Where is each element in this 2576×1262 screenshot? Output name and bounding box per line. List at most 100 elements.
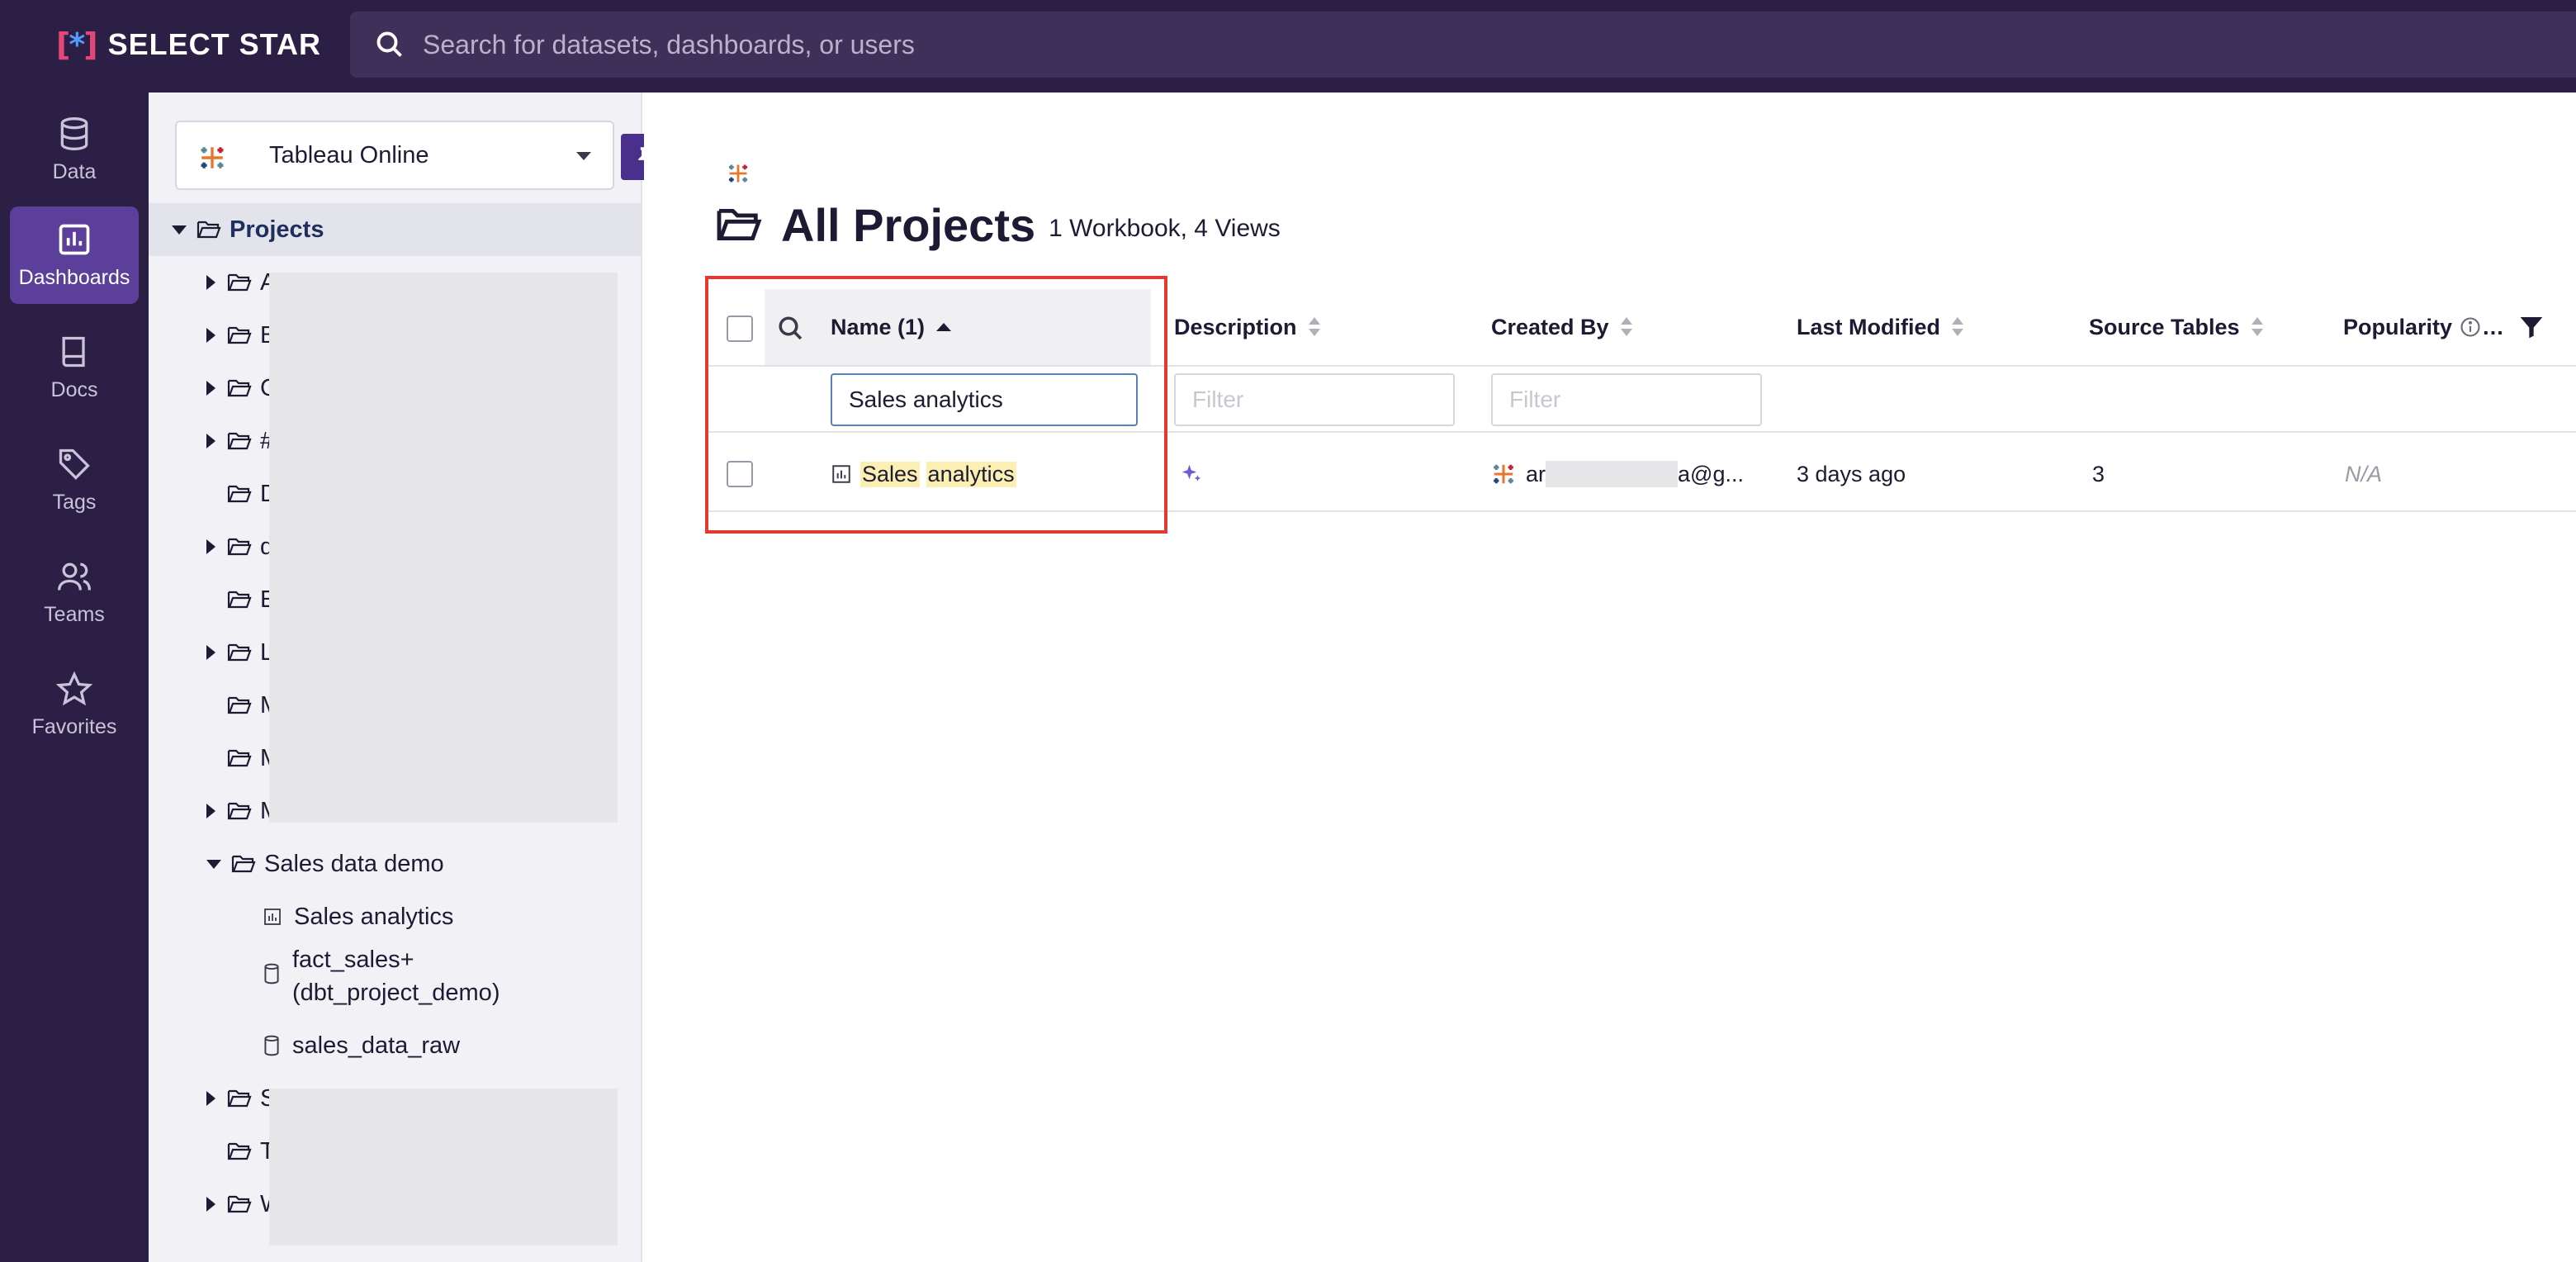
brand-name: SELECT STAR <box>107 27 321 61</box>
tree-folder[interactable]: B <box>206 312 276 358</box>
column-label: Description <box>1174 314 1297 339</box>
folder-icon <box>227 1195 252 1213</box>
page-title: All Projects <box>781 198 1036 251</box>
column-header-created-by[interactable]: Created By <box>1491 289 1632 365</box>
caret-right-icon <box>206 804 215 818</box>
nav-item-docs[interactable]: Docs <box>10 319 139 416</box>
global-search[interactable] <box>350 12 2576 78</box>
tableau-logo-icon <box>728 164 748 183</box>
nav-label: Docs <box>50 377 98 401</box>
caret-right-icon <box>206 1197 215 1212</box>
caret-right-icon <box>206 328 215 343</box>
column-label: Created By <box>1491 314 1609 339</box>
tree-label: Projects <box>230 216 324 243</box>
tree-item-fact-sales[interactable]: fact_sales+ (dbt_project_demo) <box>263 943 500 1013</box>
folder-icon <box>227 802 252 820</box>
sort-icon <box>1308 317 1320 337</box>
nav-label: Tags <box>52 490 97 514</box>
tree-label: fact_sales+ (dbt_project_demo) <box>292 947 500 1006</box>
tree-folder[interactable]: S <box>206 1075 276 1122</box>
left-nav: Data Dashboards Docs Tags Teams Favorite… <box>0 93 149 1262</box>
created-by-prefix: ar <box>1526 461 1546 486</box>
star-icon <box>56 671 92 705</box>
tree-item-projects[interactable]: Projects <box>172 206 324 253</box>
column-label: Last Modified <box>1797 314 1940 339</box>
ai-description-button[interactable] <box>1179 449 1204 499</box>
nav-item-tags[interactable]: Tags <box>10 431 139 529</box>
source-tables-cell: 3 <box>2092 461 2105 486</box>
nav-item-data[interactable]: Data <box>10 101 139 198</box>
column-header-source-tables[interactable]: Source Tables <box>2089 289 2263 365</box>
folder-icon <box>227 749 252 767</box>
folder-open-icon <box>231 855 256 873</box>
tree-folder[interactable]: A <box>206 259 276 306</box>
popularity-cell: N/A <box>2345 461 2383 486</box>
team-icon <box>58 562 91 591</box>
column-label: Source Tables <box>2089 314 2240 339</box>
tag-icon <box>59 448 90 480</box>
folder-icon <box>227 538 252 556</box>
folder-icon <box>227 1089 252 1108</box>
nav-label: Dashboards <box>18 265 130 289</box>
folder-icon <box>227 591 252 609</box>
tree-folder[interactable]: L <box>206 629 273 676</box>
sparkle-icon <box>1181 464 1201 482</box>
nav-item-dashboards[interactable]: Dashboards <box>10 206 139 304</box>
column-header-popularity[interactable]: Popularity … <box>2343 289 2504 365</box>
tree-folder[interactable]: C <box>206 365 277 411</box>
table-icon <box>264 963 279 984</box>
filter-icon[interactable] <box>2518 314 2545 340</box>
created-by-cell[interactable]: ar a@g... <box>1491 449 1744 499</box>
tableau-logo-icon <box>1494 464 1513 484</box>
tree-label: Sales analytics <box>294 903 454 930</box>
redacted-area <box>269 1089 618 1245</box>
folder-icon <box>227 326 252 344</box>
caret-right-icon <box>206 1091 215 1106</box>
logo-mark: [*] <box>56 26 98 63</box>
sidebar: Tableau Online Projects A B C # D d E L … <box>149 93 669 1262</box>
description-filter-input[interactable] <box>1174 373 1455 426</box>
info-icon[interactable] <box>2459 316 2482 339</box>
redacted-area <box>1546 461 1679 487</box>
source-label: Tableau Online <box>269 142 429 168</box>
tree-folder-sales-data-demo[interactable]: Sales data demo <box>206 841 444 887</box>
column-header-last-modified[interactable]: Last Modified <box>1797 289 1963 365</box>
caret-right-icon <box>206 381 215 396</box>
tree-folder[interactable]: T <box>227 1128 275 1174</box>
sort-icon <box>1952 317 1963 337</box>
page-meta: 1 Workbook, 4 Views <box>1049 215 1281 242</box>
column-header-description[interactable]: Description <box>1174 289 1320 365</box>
database-icon <box>60 116 88 150</box>
tree-folder[interactable]: d <box>206 524 273 570</box>
nav-item-favorites[interactable]: Favorites <box>10 656 139 753</box>
top-bar: [*] SELECT STAR <box>0 0 2576 93</box>
created-by-filter-input[interactable] <box>1491 373 1762 426</box>
folder-icon <box>227 379 252 397</box>
caret-right-icon <box>206 434 215 448</box>
folder-icon <box>227 696 252 714</box>
tree-folder[interactable]: # <box>206 418 273 464</box>
search-input[interactable] <box>423 28 2074 61</box>
page-header: All Projects 1 Workbook, 4 Views <box>715 192 1281 258</box>
logo[interactable]: [*] SELECT STAR <box>56 25 321 64</box>
tree-label: Sales data demo <box>264 850 444 877</box>
table-icon <box>264 1035 279 1056</box>
sort-icon <box>1620 317 1632 337</box>
nav-label: Data <box>52 159 97 183</box>
folder-icon <box>227 485 252 503</box>
source-select[interactable]: Tableau Online <box>175 121 614 190</box>
caret-down-icon <box>206 859 221 869</box>
nav-item-teams[interactable]: Teams <box>10 543 139 641</box>
nav-label: Teams <box>44 602 105 626</box>
search-icon <box>376 31 402 57</box>
tree-item-sales-analytics[interactable]: Sales analytics <box>263 894 453 940</box>
annotation-highlight-box <box>705 276 1167 534</box>
folder-icon <box>227 432 252 450</box>
caret-right-icon <box>206 275 215 290</box>
tableau-logo-icon <box>201 147 224 168</box>
sort-icon <box>2251 317 2263 337</box>
folder-open-icon <box>197 221 221 239</box>
last-modified-cell: 3 days ago <box>1797 461 1906 486</box>
tree-item-sales-data-raw[interactable]: sales_data_raw <box>263 1022 460 1069</box>
folder-open-icon <box>717 208 762 241</box>
